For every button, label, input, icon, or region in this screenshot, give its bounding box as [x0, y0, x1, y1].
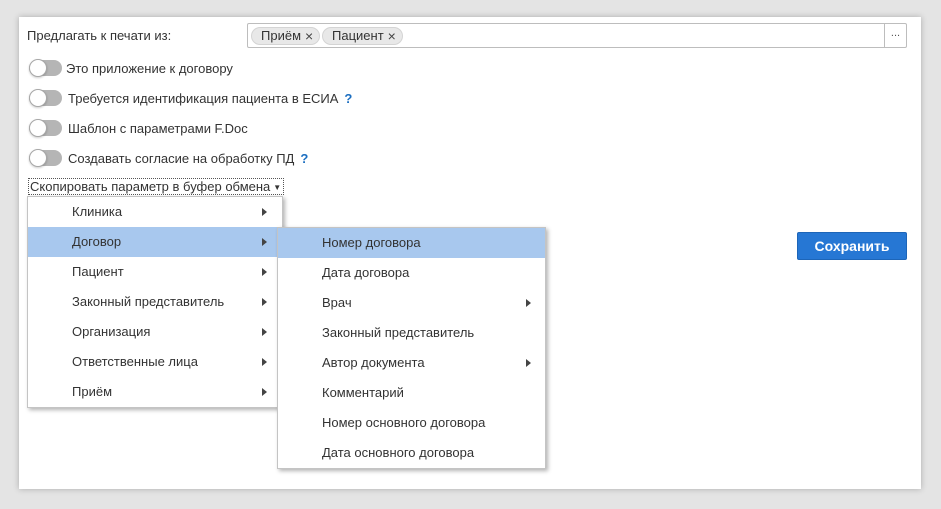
submenu-item-label: Комментарий [322, 385, 404, 400]
submenu-item-label: Автор документа [322, 355, 425, 370]
submenu-item-main-contract-number[interactable]: Номер основного договора [278, 408, 545, 438]
submenu-arrow-icon [262, 298, 267, 306]
contract-submenu: Номер договора Дата договора Врач Законн… [277, 227, 546, 469]
help-icon[interactable]: ? [344, 91, 352, 106]
toggle-switch[interactable] [29, 59, 62, 77]
submenu-item-label: Законный представитель [322, 325, 475, 340]
submenu-arrow-icon [262, 388, 267, 396]
toggle-switch[interactable] [29, 149, 62, 167]
menu-item-legal-representative[interactable]: Законный представитель [28, 287, 282, 317]
chip-label: Пациент [332, 28, 384, 43]
toggle-switch[interactable] [29, 119, 62, 137]
dropdown-caret-icon: ▼ [273, 183, 282, 193]
menu-item-label: Законный представитель [72, 294, 225, 309]
submenu-arrow-icon [262, 268, 267, 276]
chip-priem[interactable]: Приём × [251, 27, 321, 45]
menu-item-clinic[interactable]: Клиника [28, 197, 282, 227]
toggle-row-pd-consent: Создавать согласие на обработку ПД ? [29, 149, 308, 167]
submenu-item-main-contract-date[interactable]: Дата основного договора [278, 438, 545, 468]
submenu-arrow-icon [262, 238, 267, 246]
chip-close-icon[interactable]: × [388, 28, 396, 44]
toggle-knob [29, 119, 47, 137]
menu-item-label: Договор [72, 234, 122, 249]
submenu-item-contract-date[interactable]: Дата договора [278, 258, 545, 288]
menu-item-label: Пациент [72, 264, 124, 279]
submenu-arrow-icon [526, 299, 531, 307]
print-from-field[interactable]: Приём × Пациент × ... [247, 23, 907, 48]
submenu-item-label: Номер основного договора [322, 415, 486, 430]
select-more-button[interactable]: ... [884, 24, 906, 47]
submenu-arrow-icon [526, 359, 531, 367]
submenu-item-label: Дата основного договора [322, 445, 475, 460]
submenu-item-doctor[interactable]: Врач [278, 288, 545, 318]
print-from-label: Предлагать к печати из: [27, 28, 172, 43]
toggle-knob [29, 149, 47, 167]
menu-item-patient[interactable]: Пациент [28, 257, 282, 287]
copy-parameter-label: Скопировать параметр в буфер обмена [30, 179, 271, 194]
menu-item-label: Организация [72, 324, 151, 339]
parameter-menu: Клиника Договор Пациент Законный предста… [27, 196, 283, 408]
menu-item-organization[interactable]: Организация [28, 317, 282, 347]
submenu-item-document-author[interactable]: Автор документа [278, 348, 545, 378]
toggle-label: Требуется идентификация пациента в ЕСИА [68, 90, 339, 106]
copy-parameter-button[interactable]: Скопировать параметр в буфер обмена ▼ [28, 178, 285, 195]
save-button[interactable]: Сохранить [797, 232, 907, 260]
menu-item-label: Клиника [72, 204, 123, 219]
toggle-knob [29, 89, 47, 107]
toggle-switch[interactable] [29, 89, 62, 107]
submenu-item-contract-number[interactable]: Номер договора [278, 228, 545, 258]
submenu-arrow-icon [262, 358, 267, 366]
menu-item-label: Приём [72, 384, 113, 399]
toggle-row-contract-appendix: Это приложение к договору [29, 59, 233, 77]
submenu-arrow-icon [262, 208, 267, 216]
menu-item-responsible-persons[interactable]: Ответственные лица [28, 347, 282, 377]
chip-close-icon[interactable]: × [305, 28, 313, 44]
submenu-item-comment[interactable]: Комментарий [278, 378, 545, 408]
submenu-item-label: Номер договора [322, 235, 421, 250]
toggle-label: Это приложение к договору [66, 60, 233, 76]
menu-item-appointment[interactable]: Приём [28, 377, 282, 407]
toggle-knob [29, 59, 47, 77]
submenu-item-label: Врач [322, 295, 352, 310]
toggle-label: Создавать согласие на обработку ПД [68, 150, 295, 166]
menu-item-label: Ответственные лица [72, 354, 198, 369]
submenu-arrow-icon [262, 328, 267, 336]
chip-patient[interactable]: Пациент × [322, 27, 403, 45]
chip-label: Приём [261, 28, 302, 43]
toggle-row-esia-identification: Требуется идентификация пациента в ЕСИА … [29, 89, 352, 107]
submenu-item-label: Дата договора [322, 265, 410, 280]
toggle-label: Шаблон с параметрами F.Doc [68, 120, 248, 136]
help-icon[interactable]: ? [300, 151, 308, 166]
menu-item-contract[interactable]: Договор [28, 227, 282, 257]
toggle-row-fdoc-template: Шаблон с параметрами F.Doc [29, 119, 248, 137]
submenu-item-legal-representative[interactable]: Законный представитель [278, 318, 545, 348]
